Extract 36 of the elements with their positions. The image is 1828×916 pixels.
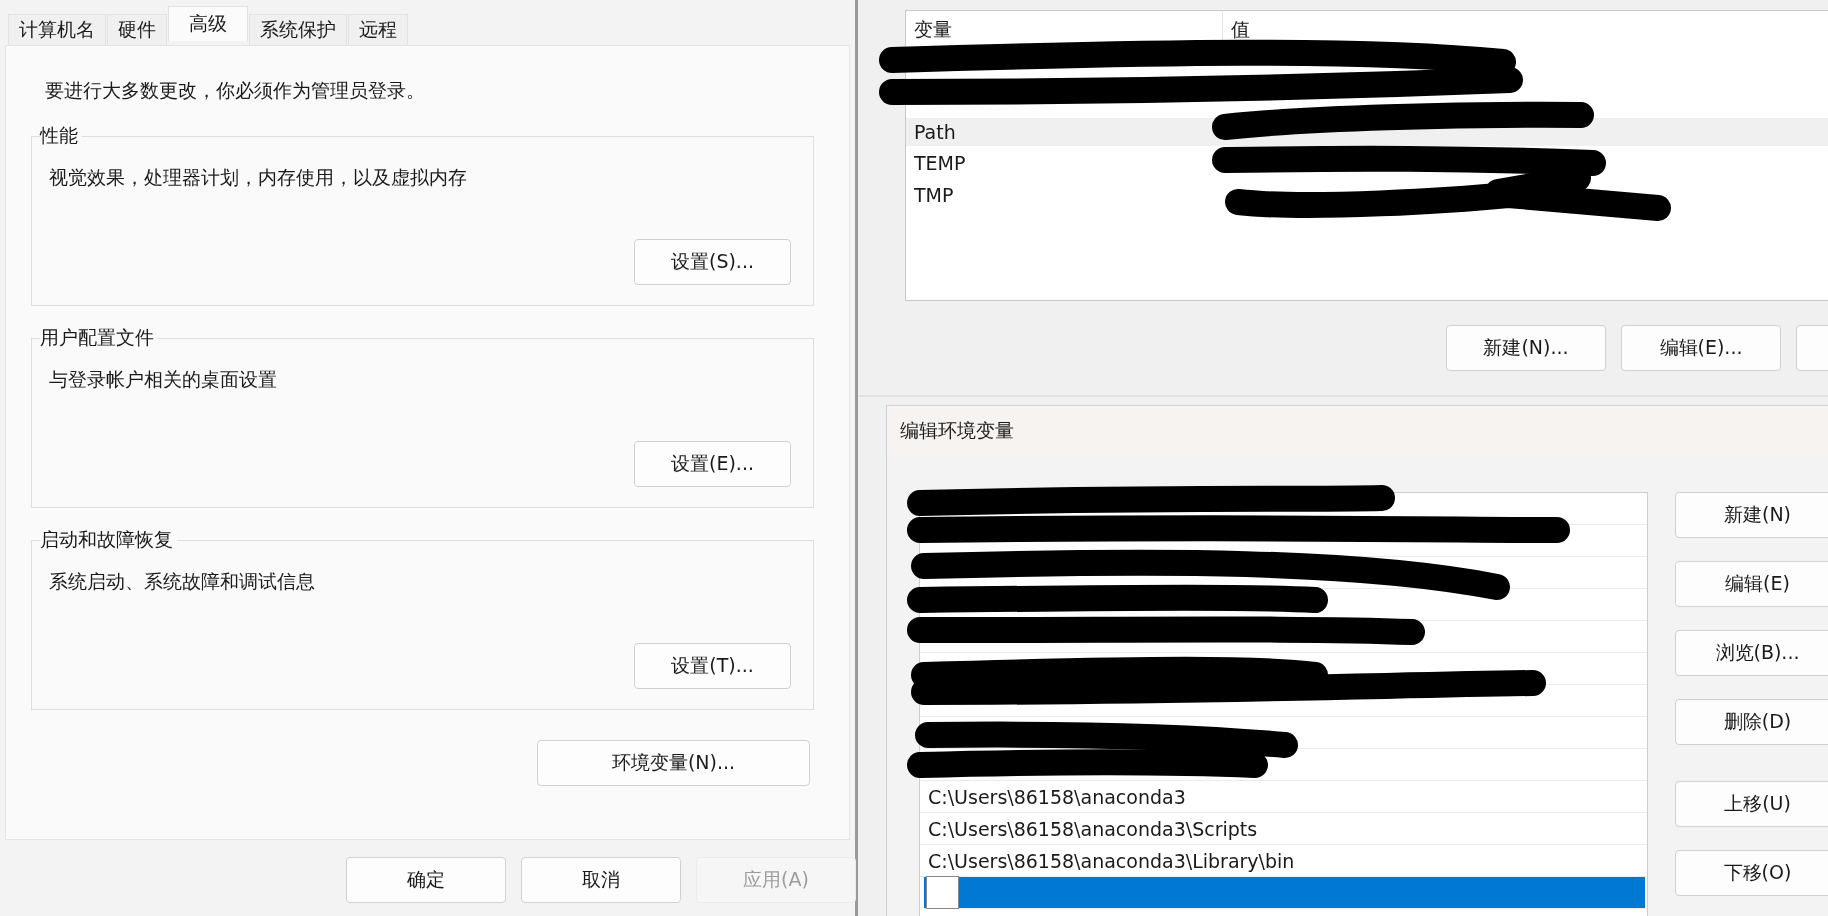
group-description: 系统启动、系统故障和调试信息 [49, 569, 316, 594]
side-button[interactable]: 删除(D) [1675, 699, 1828, 745]
side-button[interactable]: 浏览(B)... [1675, 630, 1828, 676]
variable-name: TMP [913, 183, 955, 206]
admin-notice: 要进行大多数更改，你必须作为管理员登录。 [45, 78, 426, 103]
tab[interactable]: 计算机名 [8, 14, 106, 45]
settings-button[interactable]: 设置(E)... [634, 441, 791, 487]
dialog-title: 编辑环境变量 [900, 418, 1014, 443]
edit-field[interactable] [926, 876, 959, 909]
column-header[interactable]: 值 [1223, 11, 1828, 51]
path-entry: C:\Users\86158\anaconda3\Library\bin [928, 849, 1295, 872]
dialog-button[interactable]: 取消 [521, 857, 681, 903]
settings-button[interactable]: 设置(T)... [634, 643, 791, 689]
variable-name: Path [913, 120, 957, 143]
tab[interactable]: 系统保护 [249, 14, 347, 45]
tab[interactable]: 高级 [168, 6, 248, 41]
column-header[interactable]: 变量 [906, 11, 1223, 51]
list-row[interactable] [924, 877, 1645, 909]
path-entry: C:\Users\86158\anaconda3 [928, 785, 1186, 808]
tab[interactable]: 远程 [348, 14, 408, 45]
group-description: 与登录帐户相关的桌面设置 [49, 367, 278, 392]
path-entry: C:\Users\86158\anaconda3\Scripts [928, 817, 1258, 840]
variable-name: TEMP [913, 152, 967, 175]
move-button[interactable]: 下移(O) [1675, 850, 1828, 896]
list-action-button[interactable]: 编辑(E)... [1621, 325, 1781, 371]
tab[interactable]: 硬件 [107, 14, 167, 45]
group-description: 视觉效果，处理器计划，内存使用，以及虚拟内存 [49, 165, 468, 190]
environment-variables-button[interactable]: 环境变量(N)... [537, 740, 810, 786]
move-button[interactable]: 上移(U) [1675, 781, 1828, 827]
side-button[interactable]: 新建(N) [1675, 492, 1828, 538]
settings-button[interactable]: 设置(S)... [634, 239, 791, 285]
list-action-button[interactable]: 新建(N)... [1446, 325, 1606, 371]
list-row[interactable]: TMP [906, 181, 1828, 209]
side-button[interactable]: 编辑(E) [1675, 561, 1828, 607]
list-row[interactable]: TEMP [906, 149, 1828, 177]
dialog-button[interactable]: 确定 [346, 857, 506, 903]
